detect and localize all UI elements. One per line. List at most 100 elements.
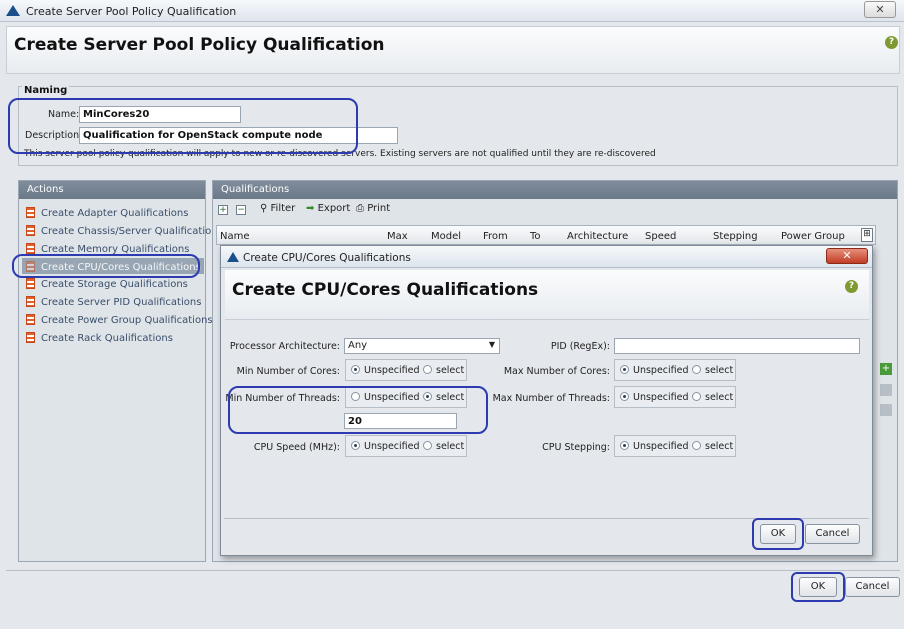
add-button[interactable]: + xyxy=(218,203,228,215)
print-button[interactable]: ⎙ Print xyxy=(356,203,390,214)
action-label: Create Storage Qualifications xyxy=(41,279,188,290)
radio-label: select xyxy=(436,441,465,452)
action-label: Create Power Group Qualifications xyxy=(41,315,213,326)
cpu-help-icon[interactable]: ? xyxy=(845,280,858,293)
radio-dot xyxy=(692,392,701,401)
print-icon: ⎙ xyxy=(356,203,364,214)
help-icon[interactable]: ? xyxy=(885,36,898,49)
qualification-icon xyxy=(26,332,35,343)
cpu-speed-label: CPU Speed (MHz): xyxy=(253,442,340,453)
cpu-speed-unspecified-radio[interactable]: Unspecified xyxy=(351,441,420,452)
processor-architecture-label: Processor Architecture: xyxy=(229,341,340,352)
radio-label: Unspecified xyxy=(364,441,420,452)
radio-dot xyxy=(423,441,432,450)
action-create-rack[interactable]: Create Rack Qualifications xyxy=(26,332,173,344)
column-max[interactable]: Max xyxy=(387,231,408,242)
export-icon: ➡ xyxy=(306,203,315,214)
filter-button[interactable]: ⚲ Filter xyxy=(260,203,295,214)
radio-label: Unspecified xyxy=(364,365,420,376)
cpu-cancel-button[interactable]: Cancel xyxy=(805,524,860,544)
radio-dot xyxy=(620,392,629,401)
highlight-naming xyxy=(8,98,358,154)
cpu-stepping-select-radio[interactable]: select xyxy=(692,441,733,452)
processor-architecture-value: Any xyxy=(348,340,368,351)
actions-title: Actions xyxy=(19,181,205,199)
column-name[interactable]: Name xyxy=(220,231,250,242)
qualifications-table-header: Name Max Model From To Architecture Spee… xyxy=(216,225,876,245)
minus-icon: − xyxy=(236,205,246,215)
column-chooser-icon[interactable]: ⊞ xyxy=(861,228,873,242)
action-label: Create Chassis/Server Qualifications xyxy=(41,226,223,237)
cancel-button[interactable]: Cancel xyxy=(845,577,900,597)
dialog-footer xyxy=(6,570,900,602)
qualification-icon xyxy=(26,278,35,289)
plus-icon: + xyxy=(218,205,228,215)
cpu-stepping-unspecified-radio[interactable]: Unspecified xyxy=(620,441,689,452)
min-cores-label: Min Number of Cores: xyxy=(236,366,340,377)
qualification-icon xyxy=(26,243,35,254)
radio-dot xyxy=(351,365,360,374)
max-threads-unspecified-radio[interactable]: Unspecified xyxy=(620,392,689,403)
window-titlebar: Create Server Pool Policy Qualification … xyxy=(0,0,904,22)
action-create-power-group[interactable]: Create Power Group Qualifications xyxy=(26,314,213,326)
qualification-icon xyxy=(26,225,35,236)
max-cores-unspecified-radio[interactable]: Unspecified xyxy=(620,365,689,376)
cpu-stepping-label: CPU Stepping: xyxy=(542,442,610,453)
cpu-dialog-window-title: Create CPU/Cores Qualifications xyxy=(243,252,411,264)
export-button[interactable]: ➡ Export xyxy=(306,203,350,214)
action-create-server-pid[interactable]: Create Server PID Qualifications xyxy=(26,296,201,308)
action-create-storage[interactable]: Create Storage Qualifications xyxy=(26,278,188,290)
radio-label: Unspecified xyxy=(633,392,689,403)
radio-dot xyxy=(620,365,629,374)
radio-label: select xyxy=(436,365,465,376)
naming-legend: Naming xyxy=(22,85,70,96)
highlight-cpu-ok xyxy=(752,518,804,550)
export-label: Export xyxy=(317,203,351,214)
action-create-adapter[interactable]: Create Adapter Qualifications xyxy=(26,207,188,219)
cpu-speed-select-radio[interactable]: select xyxy=(423,441,464,452)
column-model[interactable]: Model xyxy=(431,231,461,242)
column-speed[interactable]: Speed xyxy=(645,231,676,242)
cisco-icon xyxy=(227,252,239,262)
qualification-icon xyxy=(26,207,35,218)
window-title: Create Server Pool Policy Qualification xyxy=(26,5,237,18)
qualification-icon xyxy=(26,314,35,325)
filter-icon: ⚲ xyxy=(260,203,268,214)
qualifications-title: Qualifications xyxy=(213,181,897,199)
page-title: Create Server Pool Policy Qualification xyxy=(14,35,385,55)
action-create-chassis-server[interactable]: Create Chassis/Server Qualifications xyxy=(26,225,223,237)
action-label: Create Adapter Qualifications xyxy=(41,208,189,219)
column-stepping[interactable]: Stepping xyxy=(713,231,758,242)
chevron-down-icon: ▼ xyxy=(488,340,495,349)
min-cores-select-radio[interactable]: select xyxy=(423,365,464,376)
highlight-ok xyxy=(791,572,845,602)
action-label: Create Rack Qualifications xyxy=(41,333,173,344)
radio-label: select xyxy=(705,365,734,376)
processor-architecture-select[interactable]: Any ▼ xyxy=(344,338,500,354)
print-label: Print xyxy=(367,203,391,214)
radio-dot xyxy=(692,365,701,374)
radio-label: select xyxy=(705,441,734,452)
side-add-icon[interactable]: + xyxy=(880,363,892,375)
side-properties-icon[interactable] xyxy=(880,404,892,416)
pid-input[interactable] xyxy=(614,338,860,354)
cpu-dialog-title: Create CPU/Cores Qualifications xyxy=(232,280,539,300)
max-cores-select-radio[interactable]: select xyxy=(692,365,733,376)
window-close-button[interactable]: ✕ xyxy=(864,1,896,18)
column-from[interactable]: From xyxy=(483,231,508,242)
column-to[interactable]: To xyxy=(530,231,541,242)
cpu-stepping-radio-group: Unspecified select xyxy=(614,435,736,457)
column-power-group[interactable]: Power Group xyxy=(781,231,845,242)
max-threads-radio-group: Unspecified select xyxy=(614,386,736,408)
min-cores-unspecified-radio[interactable]: Unspecified xyxy=(351,365,420,376)
column-architecture[interactable]: Architecture xyxy=(567,231,628,242)
min-cores-radio-group: Unspecified select xyxy=(345,359,467,381)
side-delete-icon[interactable] xyxy=(880,384,892,396)
radio-dot xyxy=(423,365,432,374)
remove-button[interactable]: − xyxy=(236,203,246,215)
cpu-speed-radio-group: Unspecified select xyxy=(345,435,467,457)
actions-panel: Actions xyxy=(18,180,206,562)
max-threads-select-radio[interactable]: select xyxy=(692,392,733,403)
filter-label: Filter xyxy=(270,203,296,214)
cpu-dialog-close-button[interactable]: ✕ xyxy=(826,248,868,264)
